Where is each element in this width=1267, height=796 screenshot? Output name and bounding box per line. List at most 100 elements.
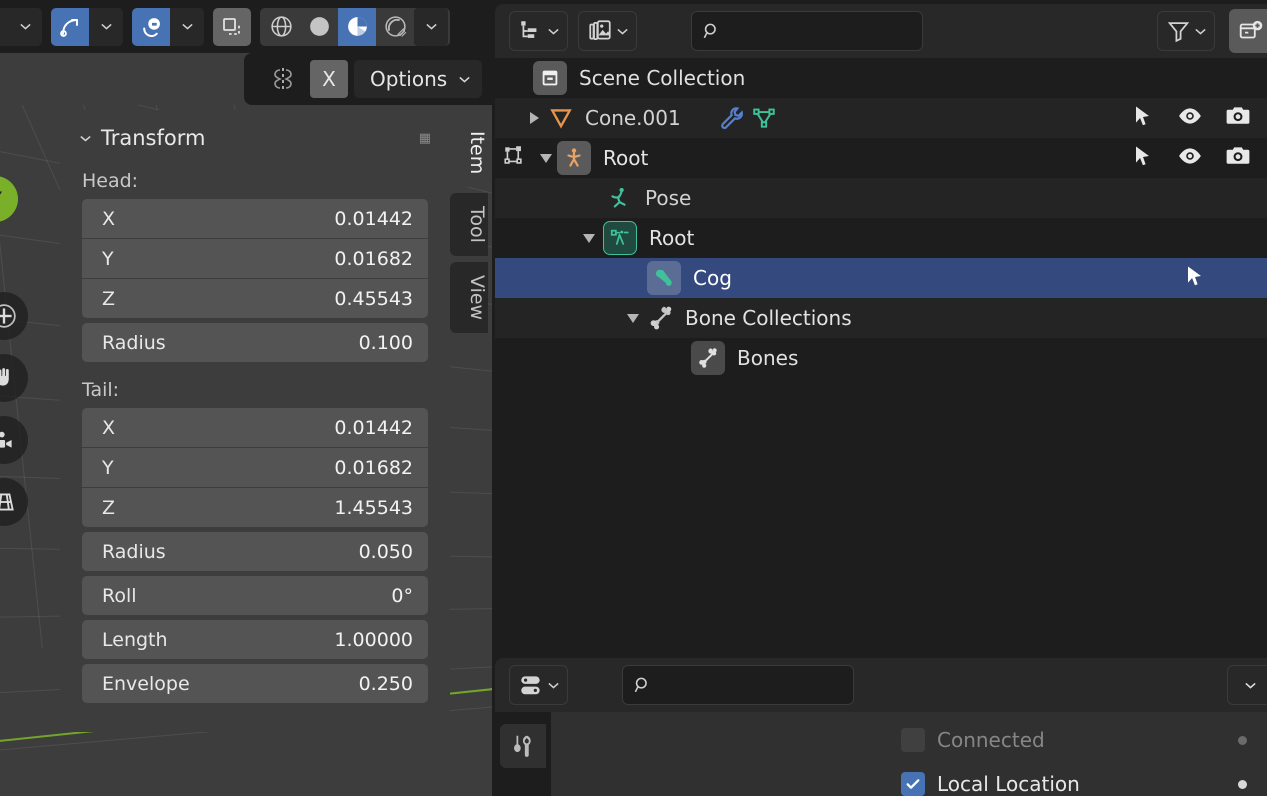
- animate-property-dot[interactable]: [1238, 735, 1247, 745]
- envelope-field[interactable]: Envelope 0.250: [82, 664, 428, 703]
- panel-drag-grip[interactable]: ▦: [419, 131, 432, 146]
- new-collection-icon[interactable]: [1229, 9, 1267, 53]
- expander-expanded-icon[interactable]: [583, 233, 595, 243]
- outliner-row-bone-collections[interactable]: Bone Collections: [495, 298, 1267, 338]
- tail-z-field[interactable]: Z 1.45543: [82, 488, 428, 527]
- disable-in-render-camera-icon[interactable]: [1225, 103, 1251, 134]
- properties-options-dropdown[interactable]: [1227, 665, 1267, 705]
- selectable-cursor-icon[interactable]: [1183, 264, 1207, 293]
- solid-shading-icon[interactable]: [300, 8, 338, 46]
- bone-selectable-toggle[interactable]: [1183, 258, 1259, 298]
- outliner-header[interactable]: [495, 4, 1267, 58]
- proportional-editing-group[interactable]: [51, 7, 123, 46]
- properties-editor-type-icon[interactable]: [509, 665, 568, 705]
- 3d-viewport[interactable]: Y: [0, 0, 492, 796]
- hide-in-viewport-eye-icon[interactable]: [1177, 103, 1203, 134]
- sidebar-tab-tool[interactable]: Tool: [450, 193, 488, 257]
- material-preview-shading-icon[interactable]: [338, 7, 376, 46]
- proportional-editing-icon[interactable]: [51, 7, 89, 46]
- animate-property-dot[interactable]: [1238, 779, 1247, 789]
- outliner-row-pose[interactable]: Pose: [495, 178, 1267, 218]
- sidebar-tab-item[interactable]: Item: [450, 118, 488, 188]
- outliner-editor[interactable]: Scene Collection Cone.001 Root Pose Root…: [495, 4, 1267, 650]
- head-z-field[interactable]: Z 0.45543: [82, 279, 428, 318]
- head-y-field[interactable]: Y 0.01682: [82, 239, 428, 278]
- outliner-search-input[interactable]: [691, 11, 923, 51]
- outliner-row-bones[interactable]: Bones: [495, 338, 1267, 378]
- tool-properties-tab-icon[interactable]: [500, 724, 546, 768]
- selectable-cursor-icon[interactable]: [1131, 144, 1155, 173]
- sidebar-tab-view[interactable]: View: [450, 262, 488, 334]
- overlays-icon[interactable]: [213, 7, 251, 46]
- outliner-row-cog[interactable]: Cog: [495, 258, 1267, 298]
- properties-header[interactable]: [495, 658, 1267, 712]
- modifier-wrench-icon[interactable]: [719, 105, 745, 131]
- field-value: 0.050: [358, 540, 413, 563]
- head-fields[interactable]: X 0.01442 Y 0.01682 Z 0.45543 Radius 0.1…: [60, 199, 450, 362]
- filter-funnel-icon[interactable]: [1157, 11, 1215, 51]
- properties-tab-column[interactable]: [495, 712, 551, 796]
- visibility-dropdown-group[interactable]: [0, 7, 42, 46]
- mesh-data-icon[interactable]: [751, 105, 777, 131]
- disable-in-render-camera-icon[interactable]: [1225, 143, 1251, 174]
- length-field[interactable]: Length 1.00000: [82, 620, 428, 659]
- expander-expanded-icon[interactable]: [627, 313, 639, 323]
- options-dropdown[interactable]: Options: [354, 60, 483, 98]
- x-mirror-symmetry-icon[interactable]: [262, 60, 304, 98]
- mirror-x-toggle[interactable]: X: [310, 60, 348, 98]
- outliner-row-root-data[interactable]: Root: [495, 218, 1267, 258]
- sidebar-tabs[interactable]: Item Tool View: [450, 118, 490, 339]
- toggle-orthographic-icon[interactable]: [0, 478, 28, 526]
- camera-view-icon[interactable]: [0, 416, 28, 464]
- properties-body[interactable]: Connected Local Location: [495, 712, 1267, 796]
- outliner-tree[interactable]: Scene Collection Cone.001 Root Pose Root…: [495, 58, 1267, 378]
- roll-field[interactable]: Roll 0°: [82, 576, 428, 615]
- outliner-row-scene-collection[interactable]: Scene Collection: [495, 58, 1267, 98]
- view-layer-display-mode-icon[interactable]: [578, 11, 637, 51]
- tail-fields[interactable]: X 0.01442 Y 0.01682 Z 1.45543 Radius 0.0…: [60, 408, 450, 703]
- pan-hand-icon[interactable]: [0, 354, 28, 402]
- viewport-nav-buttons[interactable]: [0, 292, 28, 526]
- hide-in-viewport-eye-icon[interactable]: [1177, 143, 1203, 174]
- gizmo-axis-y[interactable]: Y: [0, 176, 18, 222]
- overlays-toggle-group[interactable]: [213, 7, 251, 46]
- transform-panel-header[interactable]: Transform ▦: [60, 110, 450, 156]
- outliner-editor-type-icon[interactable]: [509, 11, 568, 51]
- expander-expanded-icon[interactable]: [540, 153, 552, 163]
- properties-editor[interactable]: Connected Local Location: [495, 658, 1267, 796]
- wireframe-shading-icon[interactable]: [262, 8, 300, 46]
- head-x-field[interactable]: X 0.01442: [82, 199, 428, 238]
- object-data-select-icon[interactable]: [502, 143, 528, 174]
- head-radius-field[interactable]: Radius 0.100: [82, 323, 428, 362]
- snapping-group[interactable]: [132, 7, 204, 46]
- zoom-icon[interactable]: [0, 292, 28, 340]
- viewport-header[interactable]: [0, 0, 492, 53]
- navigation-gizmo[interactable]: Y: [0, 176, 18, 222]
- object-visibility-icon[interactable]: [0, 7, 8, 46]
- transform-sidebar-panel[interactable]: Transform ▦ Head: X 0.01442 Y 0.01682 Z …: [60, 110, 450, 732]
- restriction-toggles[interactable]: [1131, 98, 1259, 138]
- expander-collapsed-icon[interactable]: [530, 112, 539, 124]
- outliner-row-cone-001[interactable]: Cone.001: [495, 98, 1267, 138]
- properties-content[interactable]: Connected Local Location: [551, 712, 1267, 796]
- connected-checkbox[interactable]: [901, 728, 925, 752]
- selectable-cursor-icon[interactable]: [1131, 104, 1155, 133]
- rendered-shading-icon[interactable]: [376, 8, 414, 46]
- shading-modes-group[interactable]: [260, 7, 450, 46]
- tail-y-field[interactable]: Y 0.01682: [82, 448, 428, 487]
- tail-x-field[interactable]: X 0.01442: [82, 408, 428, 447]
- restriction-toggles[interactable]: [1131, 138, 1259, 178]
- properties-search-input[interactable]: [622, 665, 854, 705]
- visibility-dropdown-arrow[interactable]: [8, 7, 42, 46]
- tool-settings-left-bg: [0, 53, 248, 105]
- magnet-snap-icon[interactable]: [132, 7, 170, 46]
- shading-options-dropdown[interactable]: [414, 7, 448, 46]
- proportional-falloff-dropdown[interactable]: [89, 7, 123, 46]
- outliner-row-root-object[interactable]: Root: [495, 138, 1267, 178]
- property-row-local-location[interactable]: Local Location: [551, 762, 1267, 796]
- tail-radius-field[interactable]: Radius 0.050: [82, 532, 428, 571]
- snapping-options-dropdown[interactable]: [170, 7, 204, 46]
- tool-settings-right[interactable]: X Options: [244, 53, 492, 105]
- local-location-checkbox[interactable]: [901, 772, 925, 796]
- property-row-connected[interactable]: Connected: [551, 718, 1267, 762]
